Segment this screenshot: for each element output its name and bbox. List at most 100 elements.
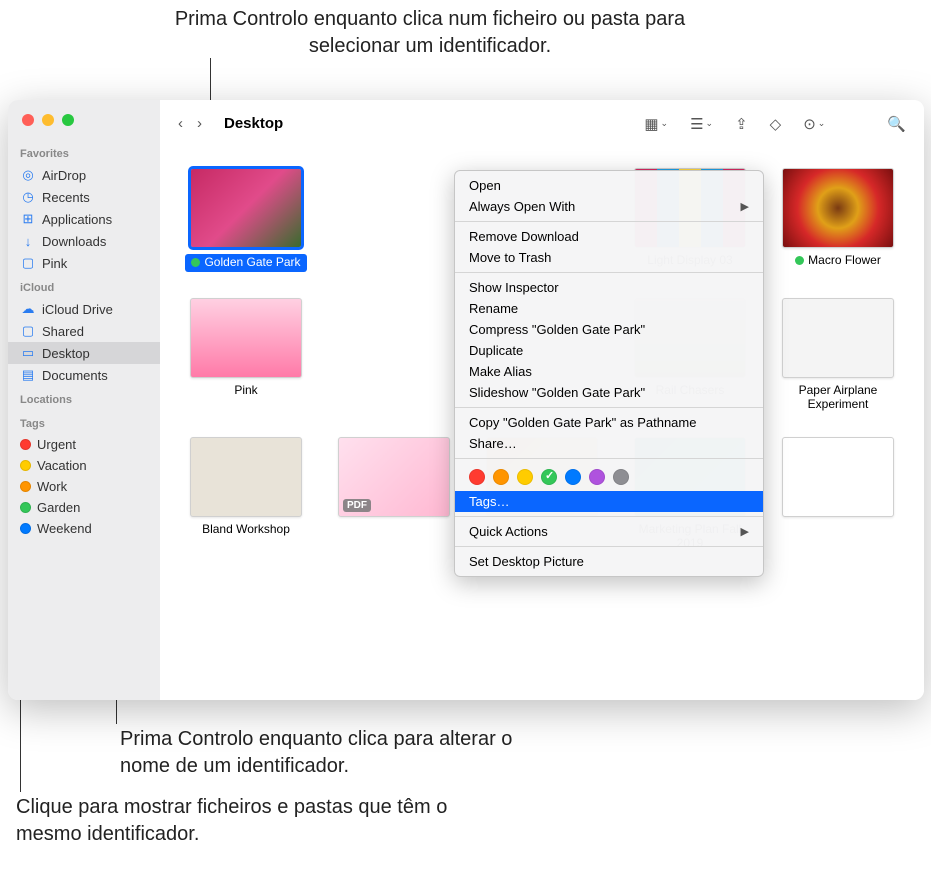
sidebar-item-label: iCloud Drive bbox=[42, 302, 113, 317]
tag-dot-icon bbox=[191, 258, 200, 267]
menu-item-quick-actions[interactable]: Quick Actions ▶ bbox=[455, 521, 763, 542]
forward-button[interactable]: › bbox=[191, 113, 208, 134]
sidebar-item-pink[interactable]: ▢Pink bbox=[8, 252, 160, 274]
sidebar-header: Locations bbox=[8, 386, 160, 410]
file-item[interactable]: Bland Workshop bbox=[182, 437, 310, 551]
download-icon: ↓ bbox=[20, 233, 36, 249]
minimize-button[interactable] bbox=[42, 114, 54, 126]
sidebar-item-airdrop[interactable]: ◎AirDrop bbox=[8, 164, 160, 186]
sidebar-item-vacation[interactable]: Vacation bbox=[8, 455, 160, 476]
tag-color-swatch[interactable] bbox=[493, 469, 509, 485]
tag-dot-icon bbox=[795, 256, 804, 265]
file-thumbnail: PDF bbox=[338, 437, 450, 517]
annotation-mid: Prima Controlo enquanto clica para alter… bbox=[120, 726, 540, 780]
doc-icon: ▤ bbox=[20, 367, 36, 383]
file-name: Pink bbox=[234, 384, 257, 398]
menu-item-move-to-trash[interactable]: Move to Trash bbox=[455, 247, 763, 268]
menu-item-set-desktop-picture[interactable]: Set Desktop Picture bbox=[455, 551, 763, 572]
sidebar-item-urgent[interactable]: Urgent bbox=[8, 434, 160, 455]
cloud-icon: ☁ bbox=[20, 301, 36, 317]
file-item[interactable]: Pink bbox=[182, 298, 310, 412]
menu-item-tags[interactable]: Tags… bbox=[455, 491, 763, 512]
sidebar-item-downloads[interactable]: ↓ Downloads bbox=[8, 230, 160, 252]
sidebar-item-label: Shared bbox=[42, 324, 84, 339]
view-icons-button[interactable]: ▦ ⌄ bbox=[638, 113, 674, 135]
menu-item-always-open-with[interactable]: Always Open With ▶ bbox=[455, 196, 763, 217]
sidebar-item-garden[interactable]: Garden bbox=[8, 497, 160, 518]
file-thumbnail bbox=[782, 168, 894, 248]
share-button[interactable]: ⇪ bbox=[729, 113, 754, 135]
file-item[interactable]: Golden Gate Park bbox=[182, 168, 310, 272]
menu-item-remove-download[interactable]: Remove Download bbox=[455, 226, 763, 247]
tag-color-swatch[interactable] bbox=[613, 469, 629, 485]
menu-item-label: Copy "Golden Gate Park" as Pathname bbox=[469, 415, 696, 430]
tag-color-swatch[interactable] bbox=[589, 469, 605, 485]
tag-color-swatch[interactable] bbox=[541, 469, 557, 485]
file-name: Bland Workshop bbox=[202, 523, 290, 537]
submenu-chevron-icon: ▶ bbox=[741, 200, 749, 213]
close-button[interactable] bbox=[22, 114, 34, 126]
clock-icon: ◷ bbox=[20, 189, 36, 205]
sidebar-item-shared[interactable]: ▢Shared bbox=[8, 320, 160, 342]
menu-item-slideshow-golden-gate-park[interactable]: Slideshow "Golden Gate Park" bbox=[455, 382, 763, 403]
sidebar-item-work[interactable]: Work bbox=[8, 476, 160, 497]
menu-separator bbox=[455, 221, 763, 222]
menu-item-label: Always Open With bbox=[469, 199, 575, 214]
menu-item-label: Set Desktop Picture bbox=[469, 554, 584, 569]
group-button[interactable]: ☰ ⌄ bbox=[684, 113, 719, 135]
sidebar-item-label: Recents bbox=[42, 190, 90, 205]
file-item[interactable] bbox=[774, 437, 902, 551]
menu-item-show-inspector[interactable]: Show Inspector bbox=[455, 277, 763, 298]
tag-color-swatch[interactable] bbox=[517, 469, 533, 485]
sidebar-item-weekend[interactable]: Weekend bbox=[8, 518, 160, 539]
tags-button[interactable]: ◇ bbox=[764, 113, 788, 135]
sidebar-item-label: Work bbox=[37, 479, 67, 494]
submenu-chevron-icon: ▶ bbox=[741, 525, 749, 538]
sidebar-item-recents[interactable]: ◷ Recents bbox=[8, 186, 160, 208]
file-name: Golden Gate Park bbox=[185, 254, 306, 272]
back-button[interactable]: ‹ bbox=[172, 113, 189, 134]
annotation-bottom: Clique para mostrar ficheiros e pastas q… bbox=[16, 794, 456, 848]
menu-separator bbox=[455, 272, 763, 273]
menu-item-label: Move to Trash bbox=[469, 250, 551, 265]
menu-separator bbox=[455, 546, 763, 547]
menu-item-rename[interactable]: Rename bbox=[455, 298, 763, 319]
tag-color-row bbox=[455, 463, 763, 491]
annotation-top: Prima Controlo enquanto clica num fichei… bbox=[150, 6, 710, 60]
menu-separator bbox=[455, 458, 763, 459]
file-thumbnail bbox=[190, 168, 302, 248]
sidebar-item-label: Desktop bbox=[42, 346, 90, 361]
sidebar-item-desktop[interactable]: ▭ Desktop bbox=[8, 342, 160, 364]
menu-item-label: Quick Actions bbox=[469, 524, 548, 539]
menu-item-compress-golden-gate-park[interactable]: Compress "Golden Gate Park" bbox=[455, 319, 763, 340]
file-item[interactable]: PDF bbox=[330, 437, 458, 551]
tag-color-swatch[interactable] bbox=[469, 469, 485, 485]
main-pane: ‹ › Desktop ▦ ⌄ ☰ ⌄ ⇪ ◇ ⊙ ⌄ 🔍 Golden Gat… bbox=[160, 100, 924, 700]
more-button[interactable]: ⊙ ⌄ bbox=[797, 113, 831, 135]
menu-item-make-alias[interactable]: Make Alias bbox=[455, 361, 763, 382]
menu-item-label: Rename bbox=[469, 301, 518, 316]
tag-dot-icon bbox=[20, 523, 31, 534]
zoom-button[interactable] bbox=[62, 114, 74, 126]
menu-item-share[interactable]: Share… bbox=[455, 433, 763, 454]
menu-item-label: Open bbox=[469, 178, 501, 193]
sidebar-item-applications[interactable]: ⊞Applications bbox=[8, 208, 160, 230]
search-button[interactable]: 🔍 bbox=[881, 113, 912, 135]
menu-item-duplicate[interactable]: Duplicate bbox=[455, 340, 763, 361]
context-menu: Open Always Open With ▶ Remove Download Move… bbox=[454, 170, 764, 577]
tag-dot-icon bbox=[20, 502, 31, 513]
menu-item-copy-golden-gate-park-as-pathname[interactable]: Copy "Golden Gate Park" as Pathname bbox=[455, 412, 763, 433]
menu-item-open[interactable]: Open bbox=[455, 175, 763, 196]
pdf-badge: PDF bbox=[343, 499, 371, 512]
sidebar-item-icloud-drive[interactable]: ☁ iCloud Drive bbox=[8, 298, 160, 320]
sidebar-item-documents[interactable]: ▤Documents bbox=[8, 364, 160, 386]
desktop-icon: ▭ bbox=[20, 345, 36, 361]
file-item[interactable]: Paper Airplane Experiment bbox=[774, 298, 902, 412]
sidebar-item-label: Downloads bbox=[42, 234, 106, 249]
sidebar-item-label: Weekend bbox=[37, 521, 92, 536]
tag-color-swatch[interactable] bbox=[565, 469, 581, 485]
sidebar-header: Tags bbox=[8, 410, 160, 434]
file-item[interactable]: Macro Flower bbox=[774, 168, 902, 272]
file-thumbnail bbox=[190, 298, 302, 378]
folder-icon: ▢ bbox=[20, 255, 36, 271]
